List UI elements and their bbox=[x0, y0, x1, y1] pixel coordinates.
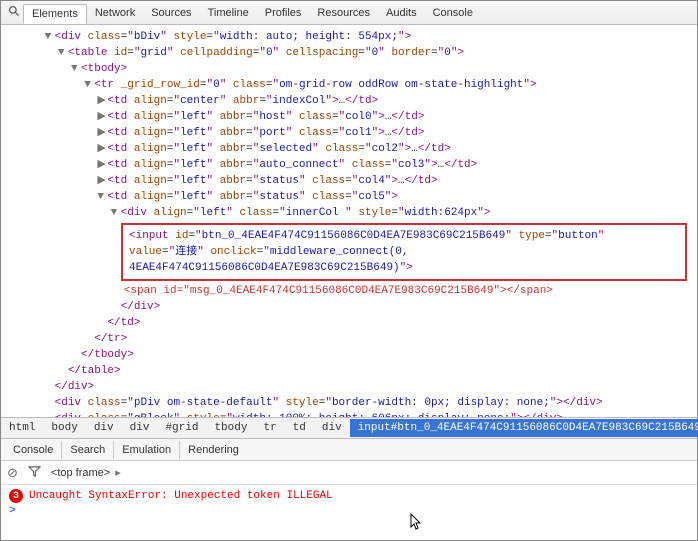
dom-node[interactable]: </table> bbox=[5, 363, 697, 379]
dom-node[interactable]: ▶<td align="left" abbr="auto_connect" cl… bbox=[5, 157, 697, 173]
console-error-row[interactable]: 3 Uncaught SyntaxError: Unexpected token… bbox=[9, 489, 689, 503]
prompt-caret-icon: > bbox=[9, 505, 16, 517]
crumb-tbody[interactable]: tbody bbox=[206, 419, 255, 437]
dom-node[interactable]: ▶<td align="left" abbr="status" class="c… bbox=[5, 173, 697, 189]
console-output: 3 Uncaught SyntaxError: Unexpected token… bbox=[1, 485, 697, 521]
dom-node[interactable]: ▶<td align="left" abbr="port" class="col… bbox=[5, 125, 697, 141]
dom-node[interactable]: ▼<tbody> bbox=[5, 61, 697, 77]
crumb-div1[interactable]: div bbox=[86, 419, 122, 437]
drawer-tab-console[interactable]: Console bbox=[5, 441, 62, 459]
crumb-grid[interactable]: #grid bbox=[157, 419, 206, 437]
top-frame-label: <top frame> bbox=[51, 467, 110, 479]
crumb-div3[interactable]: div bbox=[314, 419, 350, 437]
tab-profiles[interactable]: Profiles bbox=[257, 4, 310, 22]
dom-node[interactable]: </tbody> bbox=[5, 347, 697, 363]
drawer-tabs: Console Search Emulation Rendering bbox=[1, 439, 697, 461]
tab-timeline[interactable]: Timeline bbox=[200, 4, 257, 22]
error-message: Uncaught SyntaxError: Unexpected token I… bbox=[29, 490, 333, 502]
console-input[interactable] bbox=[20, 505, 689, 517]
drawer-tab-emulation[interactable]: Emulation bbox=[114, 441, 180, 459]
tab-resources[interactable]: Resources bbox=[309, 4, 378, 22]
search-icon[interactable] bbox=[5, 5, 23, 21]
dom-node[interactable]: </td> bbox=[5, 315, 697, 331]
execution-context-selector[interactable]: <top frame> ▸ bbox=[51, 466, 121, 479]
dom-node[interactable]: ▼<table id="grid" cellpadding="0" cellsp… bbox=[5, 45, 697, 61]
crumb-body[interactable]: body bbox=[43, 419, 85, 437]
drawer-tab-rendering[interactable]: Rendering bbox=[180, 441, 247, 459]
tab-sources[interactable]: Sources bbox=[143, 4, 199, 22]
error-count-badge: 3 bbox=[9, 489, 23, 503]
dom-node[interactable]: ▼<tr _grid_row_id="0" class="om-grid-row… bbox=[5, 77, 697, 93]
dom-node[interactable]: ▶<td align="left" abbr="host" class="col… bbox=[5, 109, 697, 125]
crumb-td[interactable]: td bbox=[285, 419, 314, 437]
tab-elements[interactable]: Elements bbox=[23, 4, 87, 24]
dom-node[interactable]: ▼<div align="left" class="innerCol " sty… bbox=[5, 205, 697, 221]
dom-node[interactable]: </tr> bbox=[5, 331, 697, 347]
clear-console-icon[interactable]: ⊘ bbox=[7, 465, 18, 481]
dom-node[interactable]: <span id="msg_0_4EAE4F474C91156086C0D4EA… bbox=[5, 283, 697, 299]
crumb-html[interactable]: html bbox=[1, 419, 43, 437]
console-prompt[interactable]: > bbox=[9, 505, 689, 517]
dom-node[interactable]: ▶<td align="center" abbr="indexCol">…</t… bbox=[5, 93, 697, 109]
elements-dom-tree[interactable]: ▼<div class="bDiv" style="width: auto; h… bbox=[1, 25, 697, 417]
breadcrumb: html body div div #grid tbody tr td div … bbox=[1, 417, 697, 439]
dom-node[interactable]: ▶<td align="left" abbr="selected" class=… bbox=[5, 141, 697, 157]
tab-audits[interactable]: Audits bbox=[378, 4, 425, 22]
tab-console[interactable]: Console bbox=[425, 4, 481, 22]
crumb-selected-input[interactable]: input#btn_0_4EAE4F474C91156086C0D4EA7E98… bbox=[350, 419, 698, 437]
devtools-toolbar: Elements Network Sources Timeline Profil… bbox=[1, 1, 697, 25]
drawer-tab-search[interactable]: Search bbox=[62, 441, 114, 459]
chevron-right-icon: ▸ bbox=[115, 467, 121, 479]
dom-node[interactable]: ▼<td align="left" abbr="status" class="c… bbox=[5, 189, 697, 205]
filter-icon[interactable] bbox=[28, 465, 41, 481]
selected-dom-node[interactable]: <input id="btn_0_4EAE4F474C91156086C0D4E… bbox=[121, 223, 687, 281]
crumb-div2[interactable]: div bbox=[122, 419, 158, 437]
crumb-tr[interactable]: tr bbox=[255, 419, 284, 437]
dom-node[interactable]: </div> bbox=[5, 299, 697, 315]
dom-node[interactable]: <div class="pDiv om-state-default" style… bbox=[5, 395, 697, 411]
dom-node[interactable]: </div> bbox=[5, 379, 697, 395]
dom-node[interactable]: ▼<div class="bDiv" style="width: auto; h… bbox=[5, 29, 697, 45]
console-toolbar: ⊘ <top frame> ▸ bbox=[1, 461, 697, 485]
tab-network[interactable]: Network bbox=[87, 4, 143, 22]
